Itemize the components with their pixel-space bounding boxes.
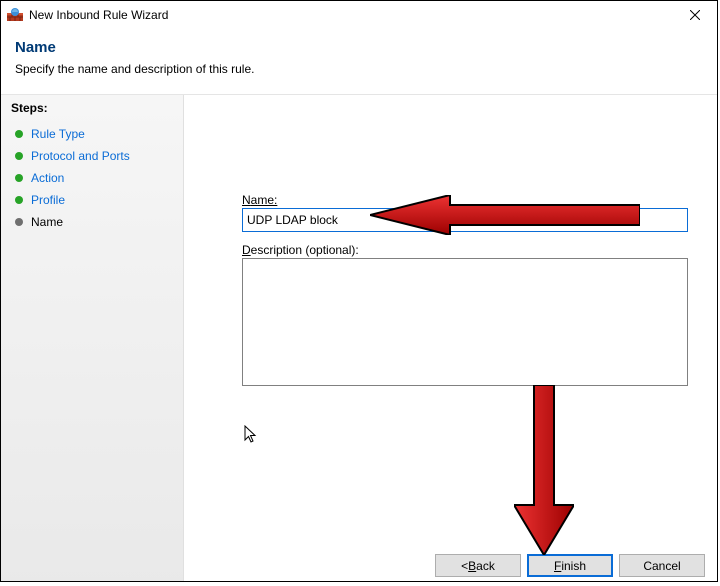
mouse-cursor-icon [244,425,260,448]
annotation-arrow-finish [514,385,574,555]
close-button[interactable] [672,1,717,29]
bullet-done-icon [15,174,23,182]
step-protocol-and-ports[interactable]: Protocol and Ports [1,145,183,167]
step-profile[interactable]: Profile [1,189,183,211]
steps-sidebar: Steps: Rule Type Protocol and Ports Acti… [1,95,184,582]
step-action[interactable]: Action [1,167,183,189]
step-label: Rule Type [31,127,85,141]
page-title: Name [15,39,703,56]
description-label: Description (optional): [242,243,359,257]
close-icon [690,10,700,20]
bullet-done-icon [15,196,23,204]
main-panel: Name: Description (optional): < Back Fin… [184,95,717,582]
bullet-done-icon [15,130,23,138]
step-name[interactable]: Name [1,211,183,233]
finish-button[interactable]: Finish [527,554,613,577]
header: Name Specify the name and description of… [1,29,717,94]
step-label: Protocol and Ports [31,149,130,163]
title-bar: New Inbound Rule Wizard [1,1,717,29]
mnemonic-letter: D [242,243,251,257]
mnemonic-letter: N [242,193,251,207]
bullet-current-icon [15,218,23,226]
wizard-window: New Inbound Rule Wizard Name Specify the… [0,0,718,582]
name-input[interactable] [242,208,688,232]
step-label: Profile [31,193,65,207]
content-area: Steps: Rule Type Protocol and Ports Acti… [1,94,717,582]
cancel-button[interactable]: Cancel [619,554,705,577]
bullet-done-icon [15,152,23,160]
step-label: Name [31,215,63,229]
firewall-icon [7,7,23,23]
step-rule-type[interactable]: Rule Type [1,123,183,145]
description-textarea[interactable] [242,258,688,386]
steps-heading: Steps: [1,99,183,119]
back-button[interactable]: < Back [435,554,521,577]
name-label: Name: [242,193,277,207]
button-row: < Back Finish Cancel [435,554,705,577]
step-label: Action [31,171,64,185]
page-subtitle: Specify the name and description of this… [15,62,703,76]
steps-list: Rule Type Protocol and Ports Action Prof… [1,123,183,233]
window-title: New Inbound Rule Wizard [29,8,672,22]
